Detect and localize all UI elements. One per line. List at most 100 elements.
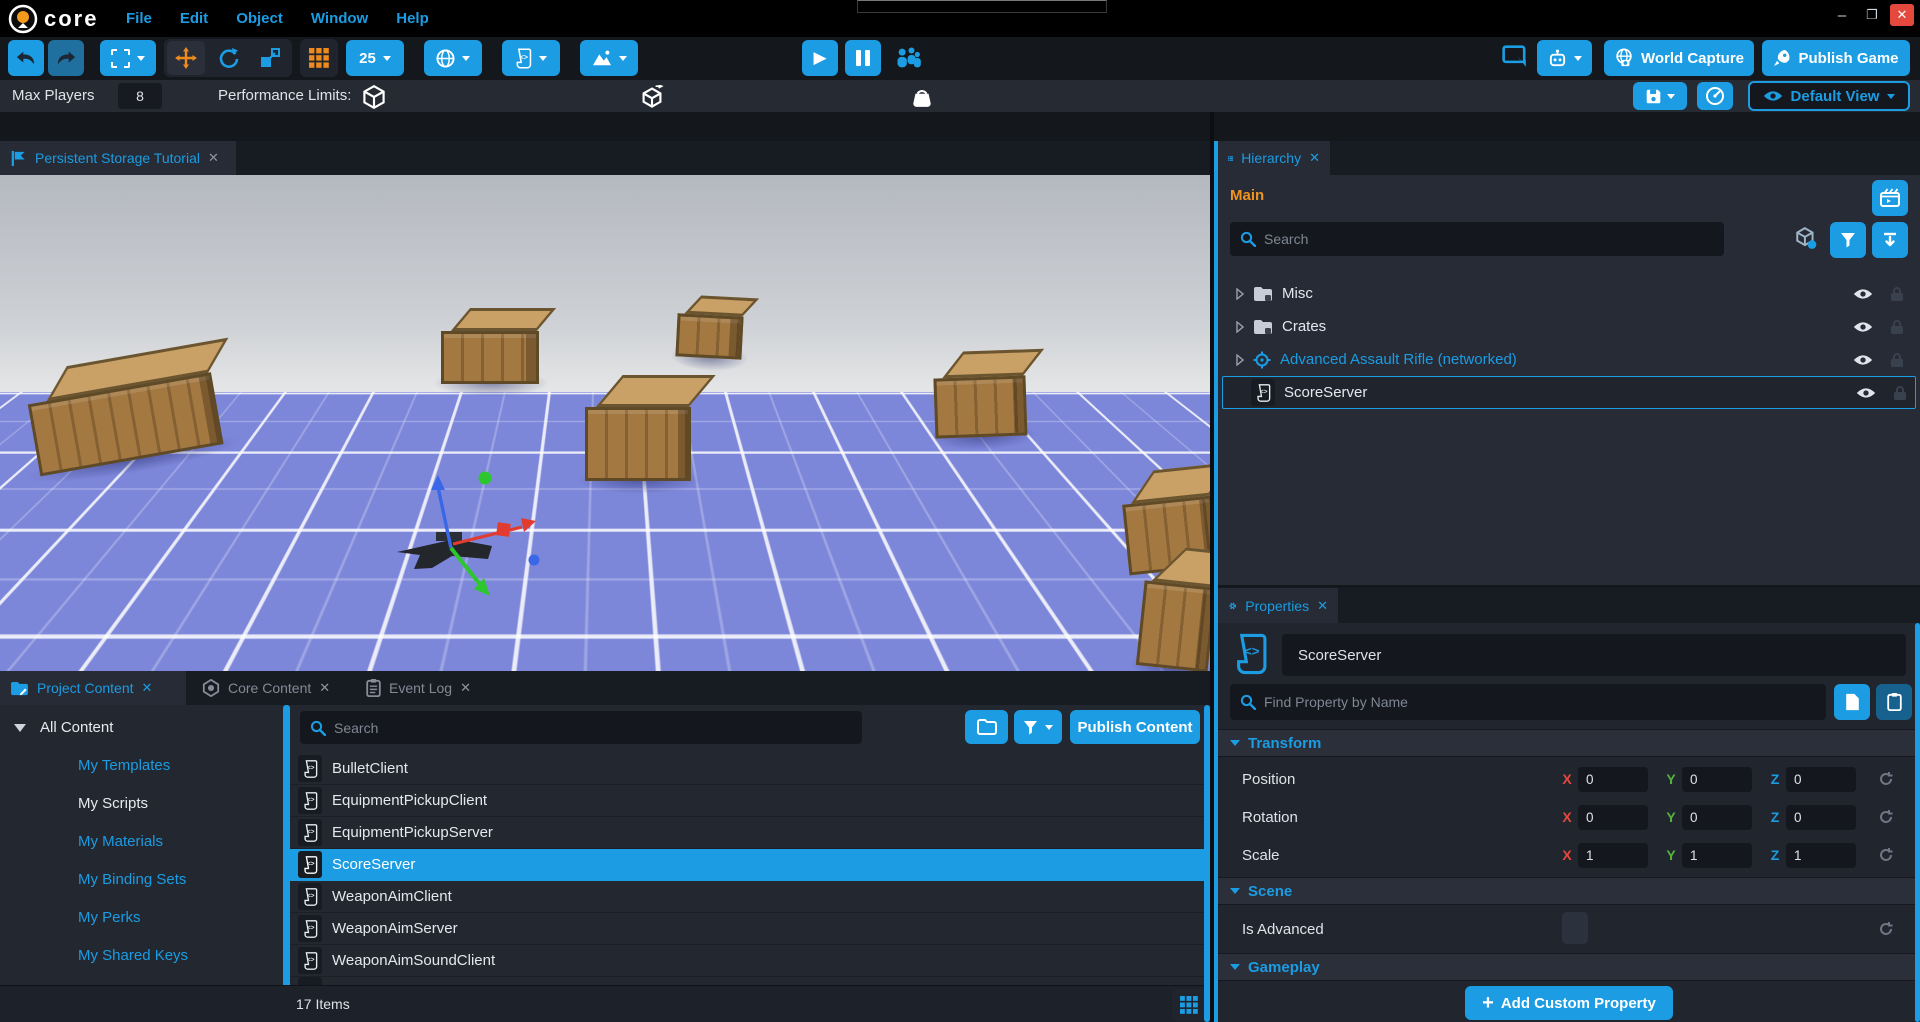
sidebar-item-all-content[interactable]: All Content [14, 719, 113, 736]
minimize-button[interactable]: – [1830, 4, 1854, 26]
lock-icon[interactable] [1893, 385, 1907, 401]
visibility-eye-icon[interactable] [1853, 353, 1873, 367]
lock-icon[interactable] [1890, 352, 1904, 368]
tab-core-content[interactable]: Core Content ✕ [192, 671, 340, 705]
undo-button[interactable] [8, 40, 44, 76]
add-custom-property-button[interactable]: + Add Custom Property [1465, 986, 1673, 1020]
multiplayer-preview-button[interactable] [894, 46, 922, 75]
grid-snap-toggle[interactable] [300, 39, 338, 77]
copy-properties-button[interactable] [1834, 684, 1870, 720]
position-x-input[interactable]: 0 [1578, 767, 1648, 792]
hierarchy-row-scoreserver-selected[interactable]: <> ScoreServer [1222, 376, 1916, 409]
close-button[interactable]: ✕ [1890, 4, 1914, 26]
scene-section-header[interactable]: Scene [1218, 877, 1920, 905]
restore-button[interactable]: ❐ [1860, 4, 1884, 26]
menu-edit[interactable]: Edit [166, 2, 222, 35]
rotate-tool-button[interactable] [209, 41, 247, 75]
hierarchy-search-input[interactable] [1230, 222, 1724, 256]
tab-properties[interactable]: Properties ✕ [1218, 588, 1338, 623]
find-property-input[interactable] [1230, 684, 1826, 720]
file-row[interactable]: <> WeaponAimSoundClient [290, 945, 1205, 977]
terrain-dropdown[interactable] [580, 40, 638, 76]
move-tool-button[interactable] [167, 41, 205, 75]
position-y-input[interactable]: 0 [1682, 767, 1752, 792]
gizmo-z-handle[interactable] [529, 555, 540, 566]
hierarchy-filter-button[interactable] [1830, 222, 1866, 258]
performance-gauge-button[interactable] [1697, 82, 1733, 110]
gizmo-z-arrow[interactable] [431, 475, 445, 490]
grid-view-button[interactable] [1172, 989, 1206, 1021]
hierarchy-row-misc[interactable]: Misc [1226, 277, 1912, 310]
sidebar-item-my-materials[interactable]: My Materials [78, 833, 163, 850]
visibility-eye-icon[interactable] [1856, 386, 1876, 400]
screen-share-button[interactable] [1502, 45, 1528, 74]
scene-settings-button[interactable] [1872, 180, 1908, 216]
visibility-eye-icon[interactable] [1853, 320, 1873, 334]
object-name-input[interactable] [1282, 634, 1906, 676]
transform-section-header[interactable]: Transform [1218, 729, 1920, 757]
tab-close-icon[interactable]: ✕ [1309, 150, 1320, 166]
rotation-x-input[interactable]: 0 [1578, 805, 1648, 830]
new-folder-button[interactable] [965, 710, 1008, 744]
rotation-y-input[interactable]: 0 [1682, 805, 1752, 830]
lock-icon[interactable] [1890, 319, 1904, 335]
gun-object[interactable] [397, 539, 492, 569]
publish-content-button[interactable]: Publish Content [1070, 710, 1200, 744]
world-settings-dropdown[interactable] [424, 40, 482, 76]
grid-size-dropdown[interactable]: 25 [346, 40, 404, 76]
file-row[interactable]: <> BulletClient [290, 753, 1205, 785]
tab-close-icon[interactable]: ✕ [460, 680, 471, 696]
tab-event-log[interactable]: Event Log ✕ [356, 671, 481, 705]
menu-help[interactable]: Help [382, 2, 443, 35]
position-z-input[interactable]: 0 [1786, 767, 1856, 792]
script-dropdown[interactable]: <> [502, 40, 560, 76]
import-content-button[interactable] [1872, 222, 1908, 258]
transform-gizmo[interactable] [0, 175, 1210, 671]
tab-close-icon[interactable]: ✕ [142, 680, 153, 696]
scale-tool-button[interactable] [251, 41, 289, 75]
reset-icon[interactable] [1878, 921, 1894, 937]
is-advanced-checkbox[interactable] [1562, 912, 1588, 944]
viewport-3d-scene[interactable] [0, 175, 1210, 671]
publish-game-button[interactable]: Publish Game [1762, 40, 1910, 76]
tab-hierarchy[interactable]: Hierarchy ✕ [1218, 141, 1330, 175]
tab-close-icon[interactable]: ✕ [319, 680, 330, 696]
default-view-dropdown[interactable]: Default View [1748, 81, 1910, 111]
tab-project-content[interactable]: Project Content ✕ [0, 671, 186, 705]
bot-dropdown[interactable] [1537, 40, 1592, 76]
sidebar-scrollbar[interactable] [283, 705, 290, 1022]
viewport-tab[interactable]: Persistent Storage Tutorial ✕ [0, 141, 236, 175]
reset-icon[interactable] [1878, 809, 1894, 825]
selection-mode-dropdown[interactable] [100, 40, 156, 76]
sidebar-item-my-shared-keys[interactable]: My Shared Keys [78, 947, 188, 964]
paste-properties-button[interactable] [1876, 684, 1912, 720]
scale-x-input[interactable]: 1 [1578, 843, 1648, 868]
viewport-tab-close-icon[interactable]: ✕ [208, 150, 219, 166]
file-row[interactable]: <> WeaponAimServer [290, 913, 1205, 945]
play-button[interactable]: ▶ [802, 40, 838, 76]
max-players-value[interactable]: 8 [118, 83, 162, 109]
gameplay-section-header[interactable]: Gameplay [1218, 953, 1920, 981]
file-row[interactable]: <> EquipmentPickupServer [290, 817, 1205, 849]
file-row[interactable]: <> WeaponAimClient [290, 881, 1205, 913]
menu-window[interactable]: Window [297, 2, 382, 35]
content-search-input[interactable] [300, 711, 862, 744]
reset-icon[interactable] [1878, 771, 1894, 787]
gizmo-x-arrow[interactable] [521, 518, 536, 532]
filter-by-type-button[interactable] [1794, 226, 1818, 255]
sidebar-item-my-scripts[interactable]: My Scripts [78, 795, 148, 812]
sidebar-item-my-perks[interactable]: My Perks [78, 909, 141, 926]
sidebar-item-my-binding-sets[interactable]: My Binding Sets [78, 871, 186, 888]
hierarchy-row-assault-rifle[interactable]: Advanced Assault Rifle (networked) [1226, 343, 1912, 376]
tab-close-icon[interactable]: ✕ [1317, 598, 1328, 614]
file-row-selected[interactable]: <> ScoreServer [290, 849, 1205, 881]
file-row[interactable]: <> EquipmentPickupClient [290, 785, 1205, 817]
save-dropdown[interactable] [1633, 82, 1687, 110]
sidebar-item-my-templates[interactable]: My Templates [78, 757, 170, 774]
properties-scrollbar[interactable] [1915, 623, 1920, 1022]
scale-y-input[interactable]: 1 [1682, 843, 1752, 868]
rotation-z-input[interactable]: 0 [1786, 805, 1856, 830]
hierarchy-row-crates[interactable]: Crates [1226, 310, 1912, 343]
gizmo-y-handle[interactable] [479, 472, 492, 485]
content-filter-dropdown[interactable] [1014, 710, 1062, 744]
